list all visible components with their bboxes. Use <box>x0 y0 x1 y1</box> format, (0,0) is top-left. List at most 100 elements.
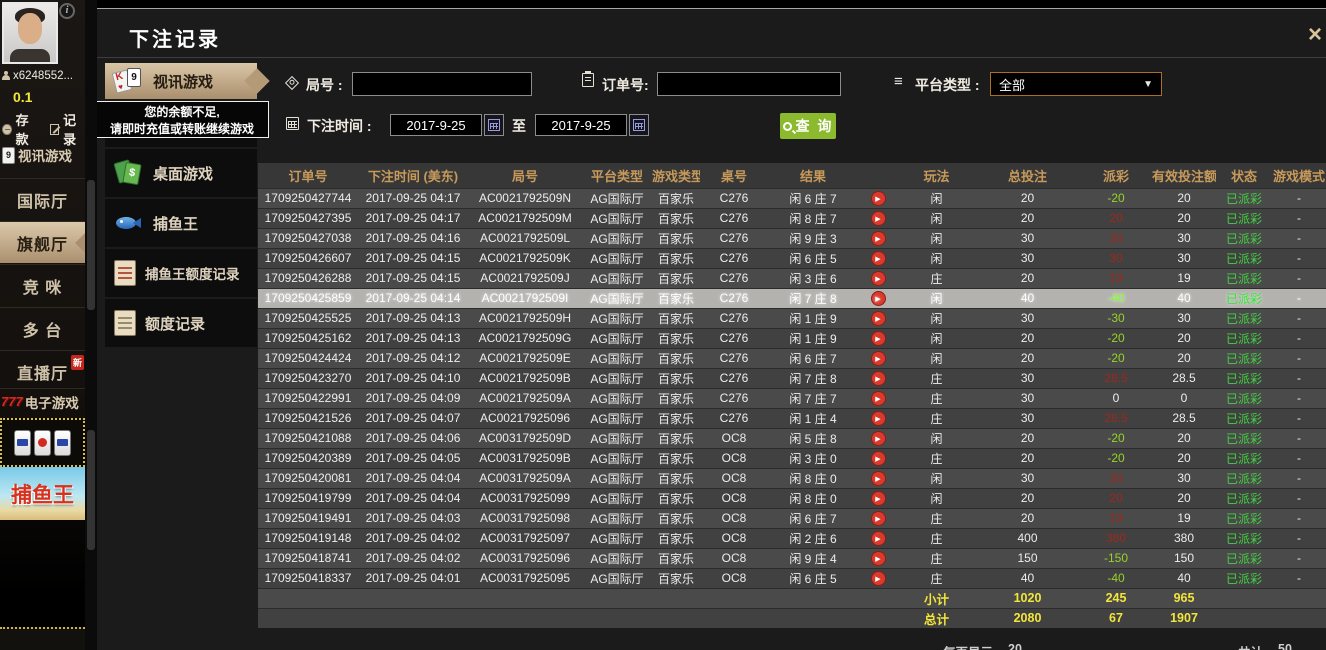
close-icon[interactable]: × <box>1308 25 1322 45</box>
play-video-icon[interactable]: ▶ <box>871 231 886 246</box>
table-row[interactable]: 17092504215262017-09-25 04:07AC002179250… <box>258 408 1326 428</box>
play-video-icon[interactable]: ▶ <box>871 291 886 306</box>
table-row[interactable]: 17092504210882017-09-25 04:06AC003179250… <box>258 428 1326 448</box>
table-row[interactable]: 17092504255252017-09-25 04:13AC002179250… <box>258 308 1326 328</box>
column-header: 游戏模式 <box>1272 163 1326 188</box>
cell-o: 1709250424424 <box>258 348 358 368</box>
cell-t: 2017-09-25 04:02 <box>358 548 468 568</box>
sidebar-item-multi-table[interactable]: 多 台 <box>0 307 85 349</box>
cell-t: 2017-09-25 04:10 <box>358 368 468 388</box>
date-to-calendar-button[interactable] <box>629 114 649 136</box>
slot-machine-banner[interactable] <box>0 418 85 467</box>
per-page-value[interactable]: 20 <box>1008 642 1022 650</box>
cell-pl: 庄 <box>898 388 975 408</box>
cell-res: 闲 6 庄 7 <box>768 508 858 528</box>
table-row[interactable]: 17092504244242017-09-25 04:12AC002179250… <box>258 348 1326 368</box>
fishing-king-banner[interactable]: 捕鱼王 <box>0 467 85 520</box>
search-button[interactable]: 查 询 <box>780 113 836 139</box>
play-video-icon[interactable]: ▶ <box>871 311 886 326</box>
cell-st: 已派彩 <box>1216 528 1272 548</box>
play-video-icon[interactable]: ▶ <box>871 371 886 386</box>
cell-bet: 20 <box>975 268 1080 288</box>
table-row[interactable]: 17092504232702017-09-25 04:10AC002179250… <box>258 368 1326 388</box>
menu-item-fishing-king[interactable]: 捕鱼王 <box>105 199 257 247</box>
play-video-icon[interactable]: ▶ <box>871 451 886 466</box>
cell-r: AC0021792509M <box>468 208 582 228</box>
cell-bet: 30 <box>975 368 1080 388</box>
cell-pay: 28.5 <box>1080 368 1152 388</box>
table-row[interactable]: 17092504203892017-09-25 04:05AC003179250… <box>258 448 1326 468</box>
cell-pay: 30 <box>1080 248 1152 268</box>
table-row[interactable]: 17092504194912017-09-25 04:03AC003179250… <box>258 508 1326 528</box>
round-number-input[interactable] <box>352 72 532 96</box>
table-row[interactable]: 17092504266072017-09-25 04:15AC002179250… <box>258 248 1326 268</box>
cell-r: AC0031792509D <box>468 428 582 448</box>
info-icon[interactable]: i <box>59 3 75 19</box>
play-video-icon[interactable]: ▶ <box>871 471 886 486</box>
play-video-icon[interactable]: ▶ <box>871 411 886 426</box>
avatar[interactable] <box>2 2 58 64</box>
cell-g: 百家乐 <box>652 508 700 528</box>
play-video-icon[interactable]: ▶ <box>871 391 886 406</box>
date-from-input[interactable] <box>390 114 482 136</box>
table-row[interactable]: 17092504200812017-09-25 04:04AC003179250… <box>258 468 1326 488</box>
cell-pf: AG国际厅 <box>582 548 652 568</box>
menu-item-table-games[interactable]: $ 桌面游戏 <box>105 149 257 197</box>
cell-o: 1709250423270 <box>258 368 358 388</box>
play-video-icon[interactable]: ▶ <box>871 191 886 206</box>
table-row[interactable]: 17092504197992017-09-25 04:04AC003179250… <box>258 488 1326 508</box>
cell-pl: 闲 <box>898 248 975 268</box>
table-row[interactable]: 17092504229912017-09-25 04:09AC002179250… <box>258 388 1326 408</box>
bottom-banner[interactable] <box>0 627 85 650</box>
play-video-icon[interactable]: ▶ <box>871 351 886 366</box>
cell-md: - <box>1272 468 1326 488</box>
cell-md: - <box>1272 428 1326 448</box>
menu-item-fishing-king-quota-records[interactable]: 捕鱼王额度记录 <box>105 249 257 297</box>
cell-t: 2017-09-25 04:06 <box>358 428 468 448</box>
bet-table-body: 17092504277442017-09-25 04:17AC002179250… <box>258 188 1326 628</box>
replay-cell: ▶ <box>858 368 898 388</box>
play-video-icon[interactable]: ▶ <box>871 431 886 446</box>
table-row[interactable]: 17092504277442017-09-25 04:17AC002179250… <box>258 188 1326 208</box>
cell-g: 百家乐 <box>652 208 700 228</box>
menu-item-video-games[interactable]: K♥ 9 视讯游戏 <box>105 63 257 99</box>
cell-t: 2017-09-25 04:04 <box>358 468 468 488</box>
cell-o: 1709250425525 <box>258 308 358 328</box>
table-row[interactable]: 17092504258592017-09-25 04:14AC002179250… <box>258 288 1326 308</box>
table-row[interactable]: 17092504187412017-09-25 04:02AC003179250… <box>258 548 1326 568</box>
cell-st: 已派彩 <box>1216 388 1272 408</box>
sidebar-item-live-hall[interactable]: 直播厅 新 <box>0 350 85 392</box>
cell-pf: AG国际厅 <box>582 568 652 588</box>
play-video-icon[interactable]: ▶ <box>871 271 886 286</box>
menu-item-quota-records[interactable]: 额度记录 <box>105 299 257 347</box>
cell-tb: C276 <box>700 348 768 368</box>
play-video-icon[interactable]: ▶ <box>871 211 886 226</box>
table-row[interactable]: 17092504262882017-09-25 04:15AC002179250… <box>258 268 1326 288</box>
play-video-icon[interactable]: ▶ <box>871 511 886 526</box>
platform-select[interactable]: 全部 ▼ <box>990 72 1162 96</box>
column-header: 结果 <box>768 163 858 188</box>
play-video-icon[interactable]: ▶ <box>871 251 886 266</box>
date-from-calendar-button[interactable] <box>484 114 504 136</box>
play-video-icon[interactable]: ▶ <box>871 571 886 586</box>
play-video-icon[interactable]: ▶ <box>871 531 886 546</box>
date-to-input[interactable] <box>535 114 627 136</box>
cell-st: 已派彩 <box>1216 248 1272 268</box>
table-row[interactable]: 17092504183372017-09-25 04:01AC003179250… <box>258 568 1326 588</box>
table-row[interactable]: 17092504270382017-09-25 04:16AC002179250… <box>258 228 1326 248</box>
table-row[interactable]: 17092504191482017-09-25 04:02AC003179250… <box>258 528 1326 548</box>
sidebar-item-bid-mi[interactable]: 竞 咪 <box>0 264 85 306</box>
play-video-icon[interactable]: ▶ <box>871 551 886 566</box>
sidebar-item-electronic-games[interactable]: 777 电子游戏 <box>0 388 85 414</box>
table-row[interactable]: 17092504251622017-09-25 04:13AC002179250… <box>258 328 1326 348</box>
table-row[interactable]: 17092504273952017-09-25 04:17AC002179250… <box>258 208 1326 228</box>
scrollbar-strip[interactable] <box>85 0 97 650</box>
order-number-input[interactable] <box>657 72 841 96</box>
sidebar-item-video-games[interactable]: 9 视讯游戏 <box>0 140 85 170</box>
play-video-icon[interactable]: ▶ <box>871 331 886 346</box>
sidebar-item-flagship-hall[interactable]: 旗舰厅 <box>0 221 85 263</box>
sidebar-item-international-hall[interactable]: 国际厅 <box>0 178 85 220</box>
play-video-icon[interactable]: ▶ <box>871 491 886 506</box>
cell-o: 1709250427038 <box>258 228 358 248</box>
cell-o: 1709250418741 <box>258 548 358 568</box>
